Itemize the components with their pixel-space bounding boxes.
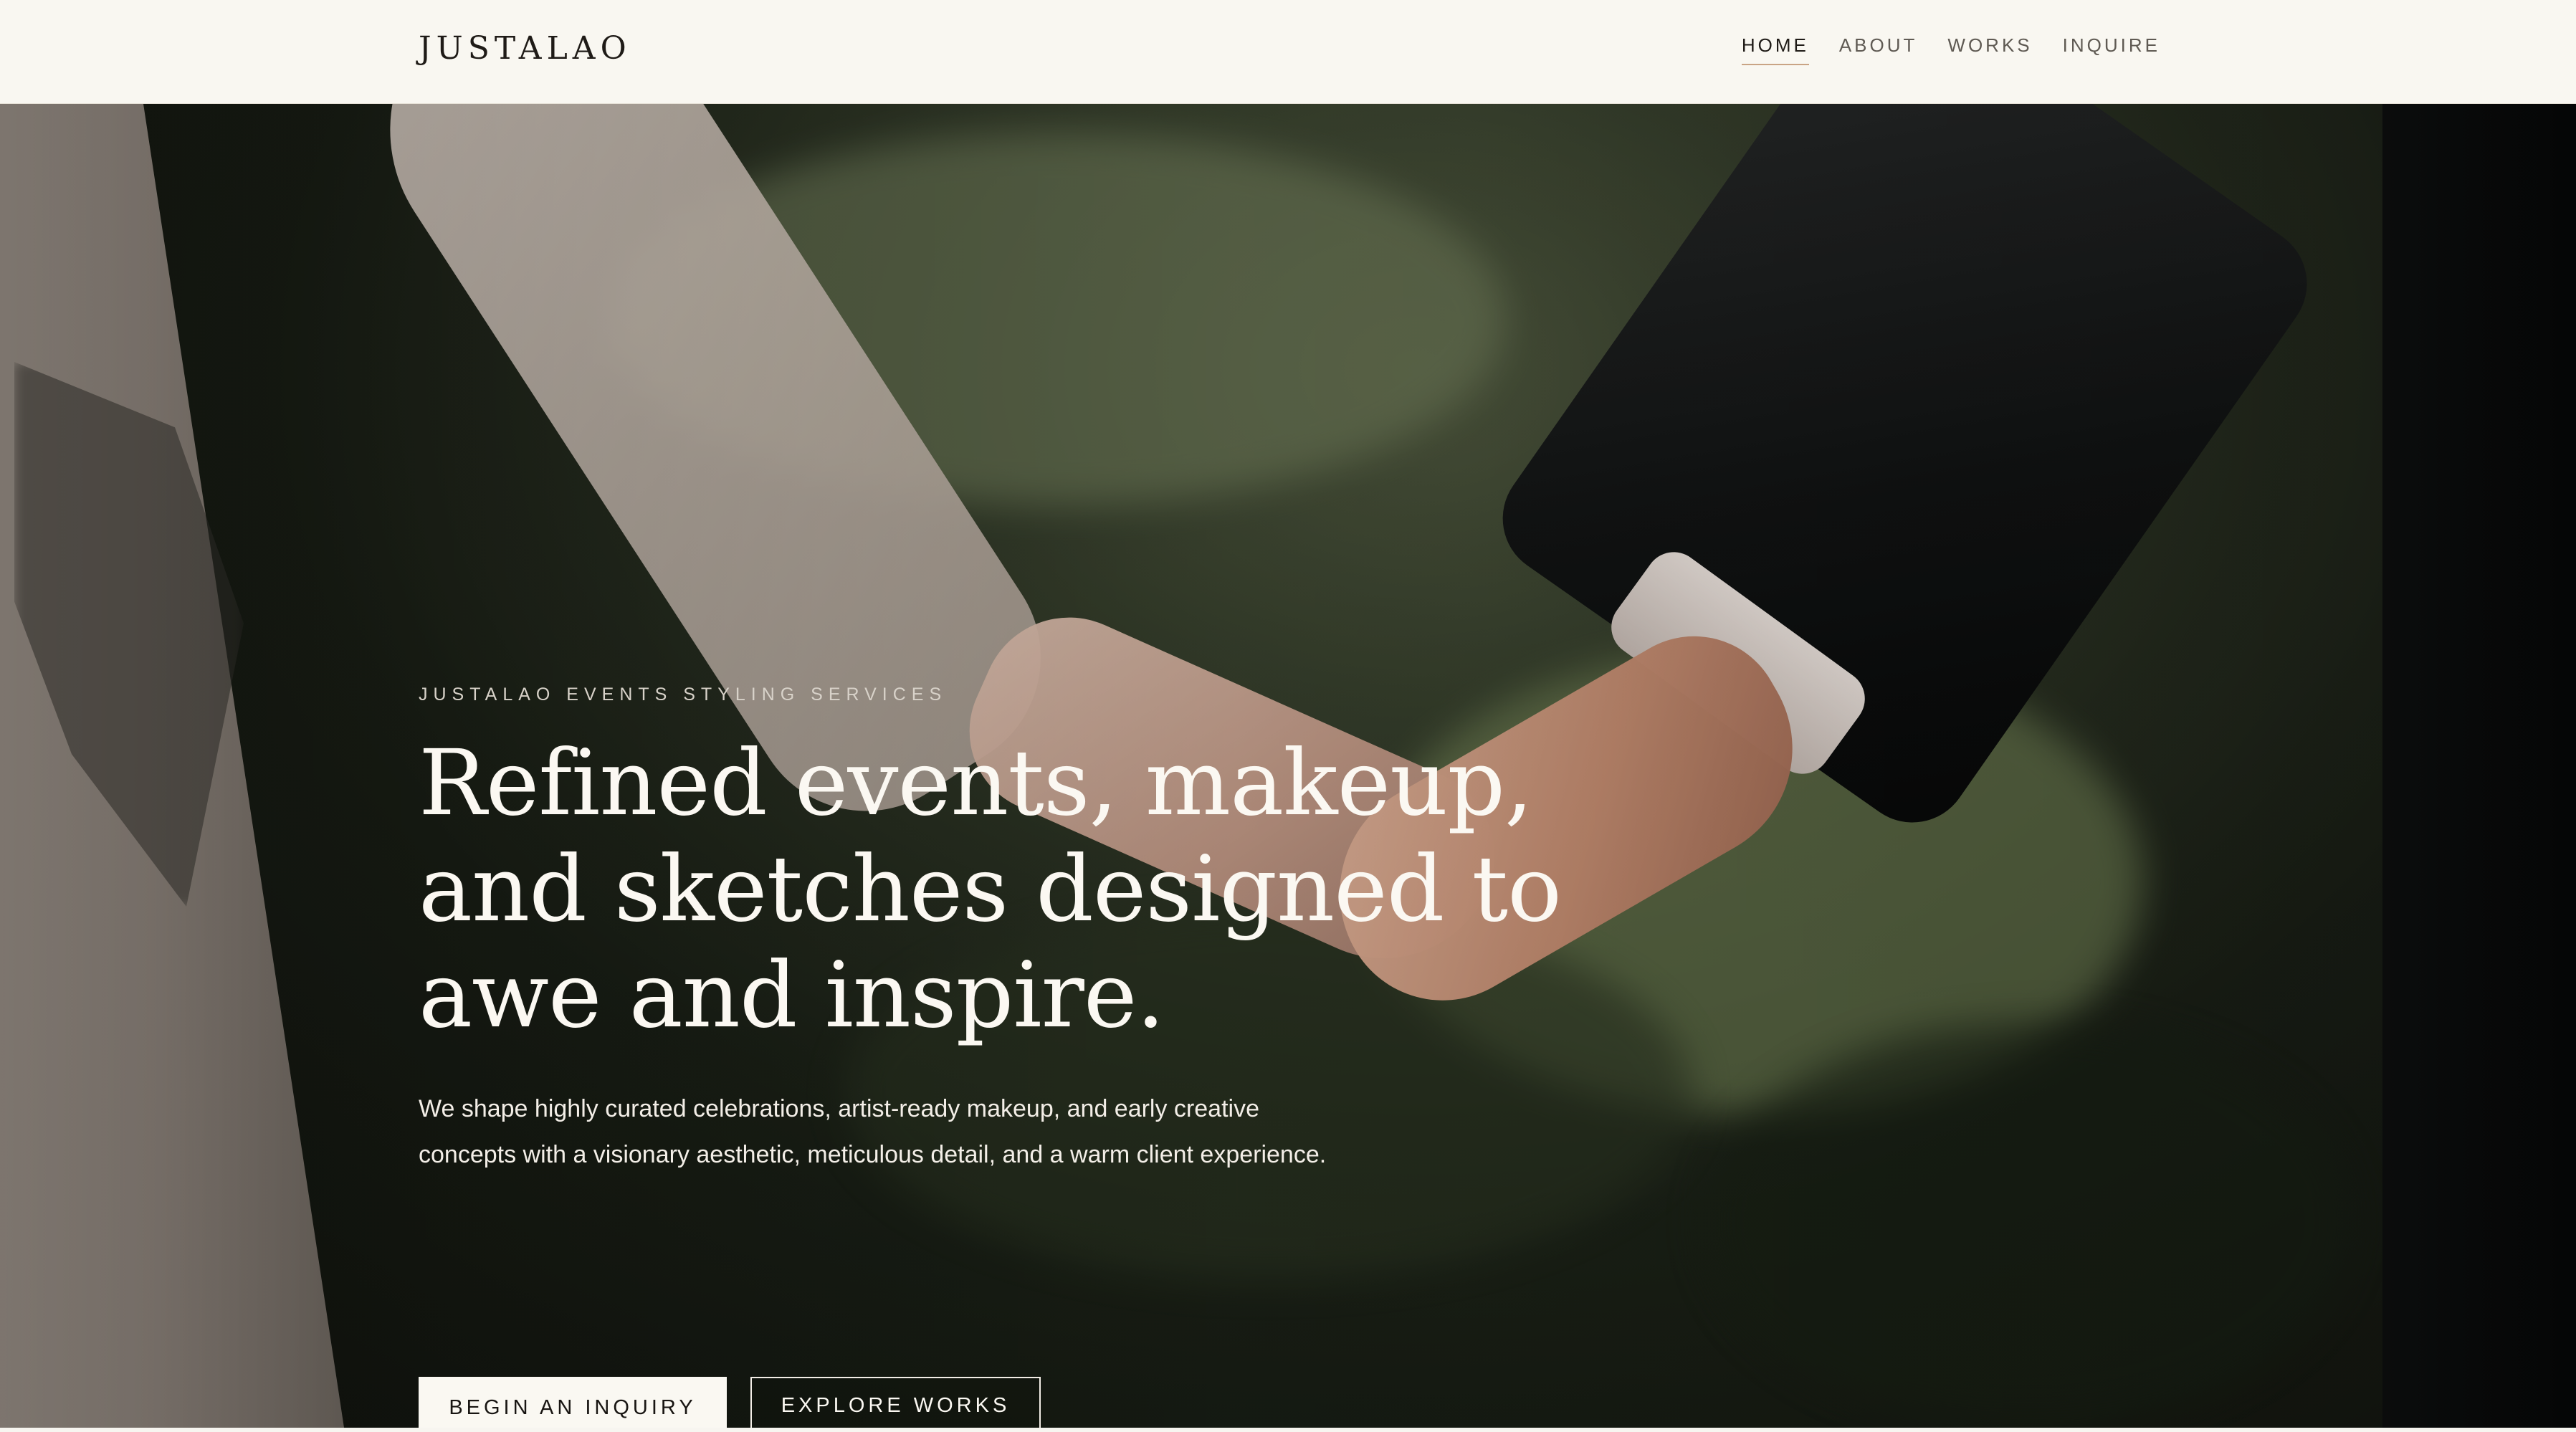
- explore-works-button[interactable]: EXPLORE WORKS: [750, 1377, 1041, 1428]
- nav-home[interactable]: HOME: [1741, 34, 1809, 65]
- site-logo[interactable]: JUSTALAO: [419, 30, 631, 67]
- hero-section: JUSTALAO EVENTS STYLING SERVICES Refined…: [0, 104, 2576, 1428]
- page-bottom-edge: [0, 1428, 2576, 1432]
- hero-headline-line-2: and sketches designed to: [419, 836, 1562, 942]
- site-header: JUSTALAO HOME ABOUT WORKS INQUIRE: [0, 0, 2576, 104]
- nav-about[interactable]: ABOUT: [1839, 34, 1918, 65]
- hero-headline: Refined events, makeup, and sketches des…: [419, 730, 1623, 1049]
- hero-eyebrow: JUSTALAO EVENTS STYLING SERVICES: [419, 684, 948, 705]
- nav-works[interactable]: WORKS: [1947, 34, 2032, 65]
- hero-description: We shape highly curated celebrations, ar…: [419, 1095, 1327, 1168]
- hero-headline-line-1: Refined events, makeup,: [419, 730, 1533, 836]
- nav-inquire[interactable]: INQUIRE: [2063, 34, 2160, 65]
- main-navigation: HOME ABOUT WORKS INQUIRE: [1741, 34, 2160, 65]
- hero-headline-line-3: awe and inspire.: [419, 942, 1165, 1048]
- begin-inquiry-button[interactable]: BEGIN AN INQUIRY: [419, 1377, 727, 1428]
